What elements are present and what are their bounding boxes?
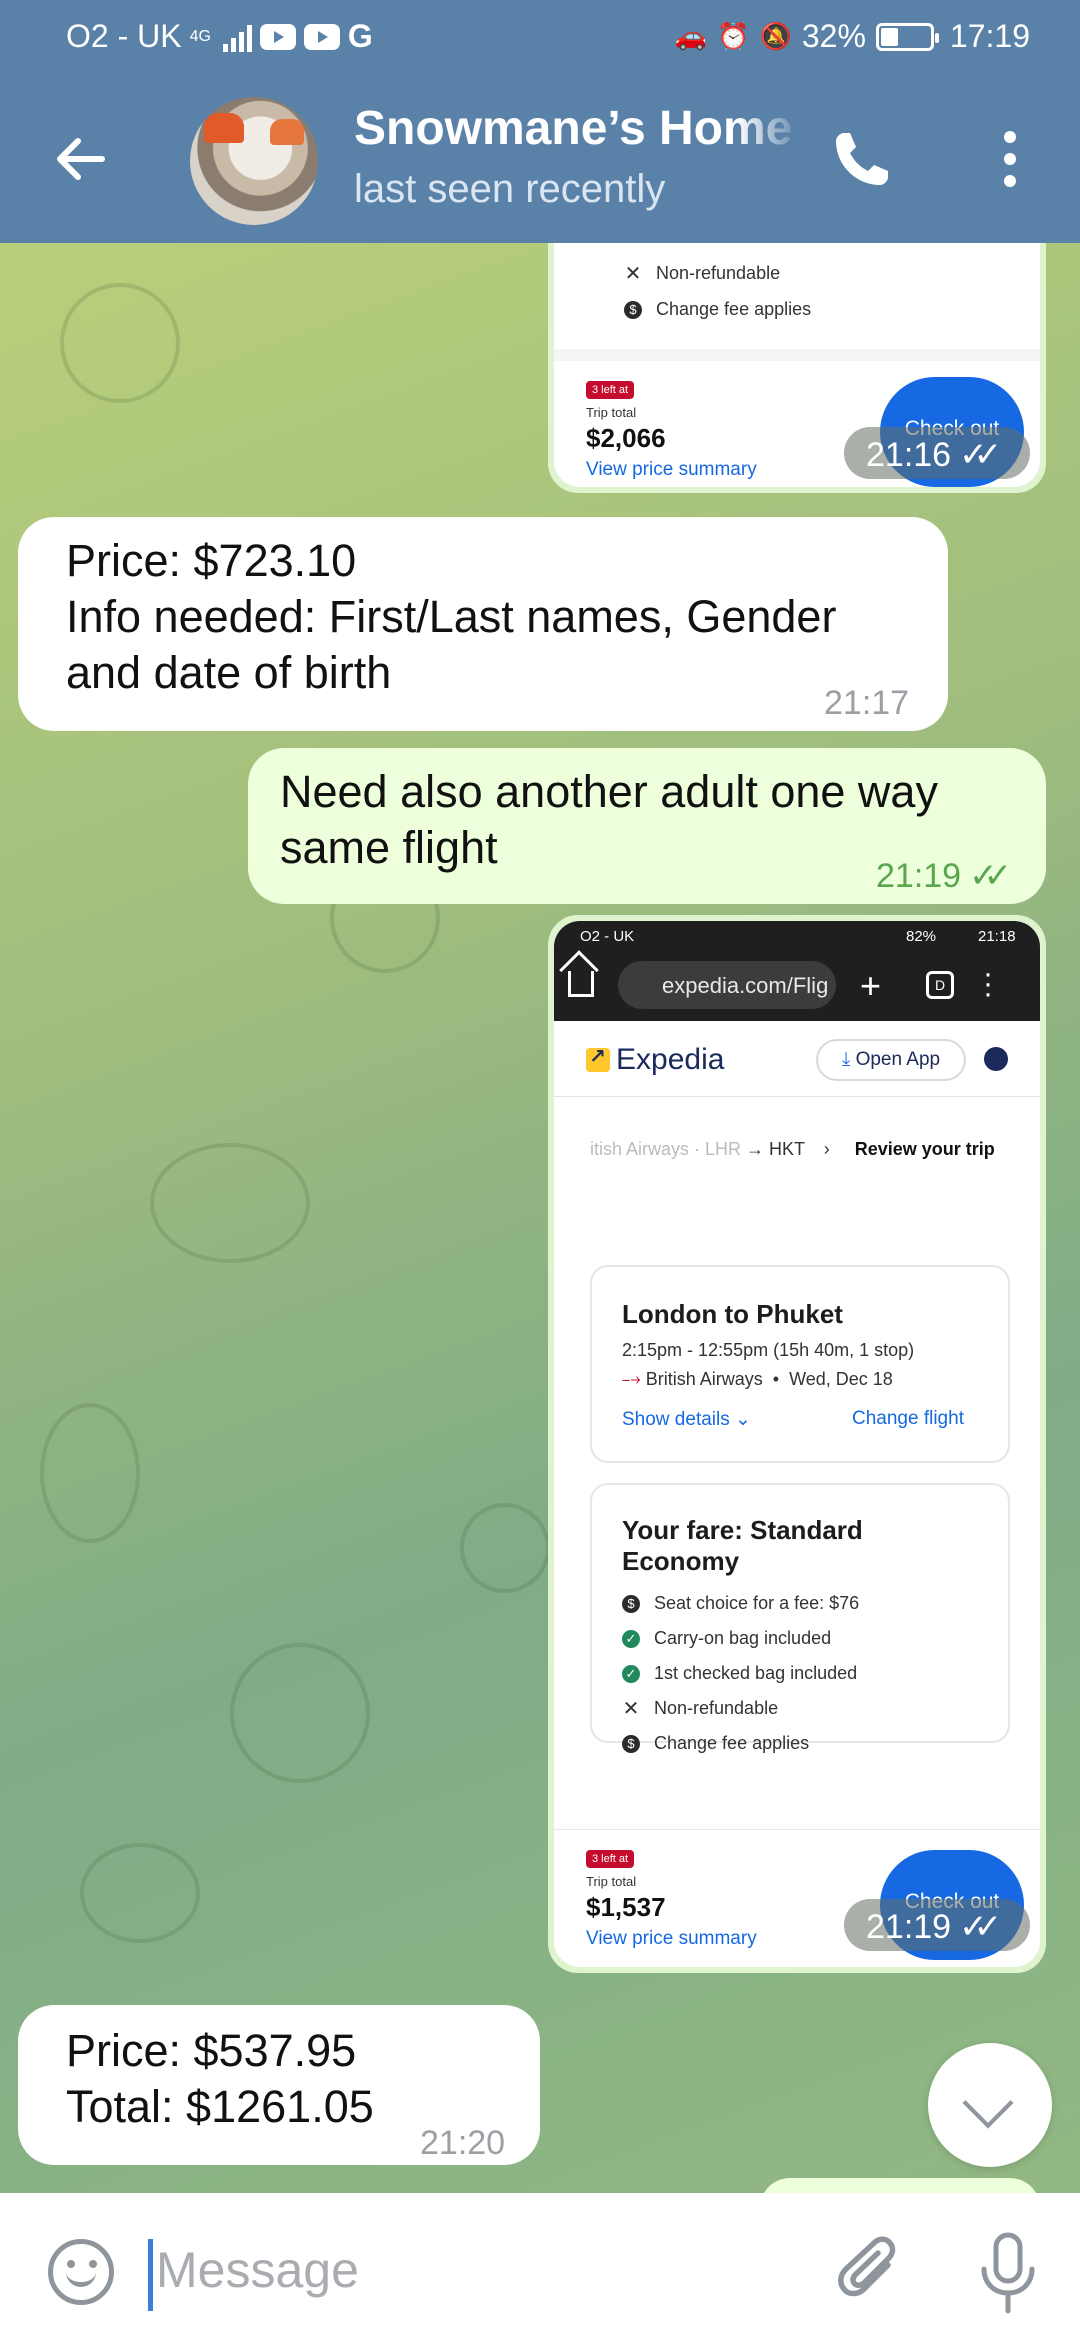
chat-header: Snowmane’s Home last seen recently	[0, 75, 1080, 243]
fare-feature: $ Seat choice for a fee: $76	[622, 1593, 1008, 1614]
fare-title-line2: Economy	[622, 1546, 740, 1576]
attach-icon[interactable]	[836, 2235, 906, 2311]
phone-icon[interactable]	[830, 127, 894, 191]
message-timestamp: 21:19 ✓✓	[844, 1899, 1030, 1951]
chevron-down-icon	[962, 2077, 1014, 2129]
url-bar[interactable]: expedia.com/Flig	[618, 961, 836, 1009]
read-checks-icon: ✓✓	[959, 1908, 1002, 1946]
read-checks-icon: ✓✓	[969, 857, 1012, 895]
trip-total-label: Trip total	[586, 405, 637, 420]
open-app-button[interactable]: ⤓ Open App	[816, 1039, 966, 1081]
mute-icon: 🔕	[759, 21, 792, 51]
incoming-message[interactable]: Price: $723.10 Info needed: First/Last n…	[18, 517, 948, 731]
alarm-icon: ⏰	[717, 21, 750, 51]
youtube-icon	[259, 23, 296, 50]
home-icon[interactable]	[568, 971, 594, 997]
contact-avatar[interactable]	[190, 97, 318, 225]
battery-percent: 32%	[801, 18, 866, 54]
change-flight-link[interactable]: Change flight	[852, 1408, 964, 1430]
signal-icon	[222, 22, 252, 52]
fare-feature: $ Change fee applies	[622, 1733, 1008, 1754]
more-options-icon[interactable]	[990, 131, 1030, 191]
flight-airline-date: ⤍ British Airways • Wed, Dec 18	[622, 1369, 893, 1389]
contact-name[interactable]: Snowmane’s Home	[354, 101, 804, 157]
chat-area[interactable]: ✕ Non-refundable $ Change fee applies 3 …	[0, 243, 1080, 2193]
trip-total-price: $1,537	[586, 1892, 666, 1922]
x-icon: ✕	[624, 262, 642, 285]
status-bar: O2 - UK 4G G 🚗 ⏰ 🔕 32% 17:19	[0, 0, 1080, 75]
microphone-icon[interactable]	[978, 2231, 1038, 2315]
dollar-icon: $	[622, 1734, 640, 1753]
read-checks-icon: ✓✓	[959, 436, 1002, 474]
message-timestamp: 21:17	[824, 684, 910, 722]
emoji-icon[interactable]	[48, 2239, 114, 2305]
message-timestamp: 21:20	[420, 2124, 506, 2162]
screenshot-message-1[interactable]: ✕ Non-refundable $ Change fee applies 3 …	[548, 243, 1046, 493]
expedia-logo: Expedia	[586, 1043, 724, 1077]
fare-feature: ✕ Non-refundable	[622, 1697, 779, 1720]
trip-total-price: $2,066	[586, 423, 666, 453]
message-timestamp: 21:16 ✓✓	[844, 427, 1030, 479]
fare-feature: ✓ 1st checked bag included	[622, 1663, 1008, 1684]
outgoing-message-partial[interactable]	[760, 2178, 1040, 2193]
check-icon: ✓	[622, 1629, 640, 1648]
expedia-mark-icon	[586, 1044, 610, 1072]
trip-total-label: Trip total	[586, 1874, 637, 1889]
car-icon: 🚗	[674, 21, 708, 51]
scroll-to-bottom-button[interactable]	[928, 2043, 1052, 2167]
tabs-icon[interactable]: D	[926, 971, 954, 999]
message-input[interactable]: Message	[156, 2241, 359, 2299]
menu-icon[interactable]: · · ·	[982, 959, 994, 1009]
availability-badge: 3 left at	[586, 381, 635, 399]
dollar-icon: $	[624, 300, 642, 319]
view-price-summary-link[interactable]: View price summary	[586, 1928, 757, 1950]
feature-row: ✕ Non-refundable	[624, 262, 781, 285]
flight-title: London to Phuket	[622, 1299, 843, 1329]
breadcrumb: itish Airways · LHR → HKT › Review your …	[590, 1139, 995, 1159]
clock: 17:19	[949, 18, 1030, 54]
dollar-icon: $	[622, 1594, 640, 1613]
google-icon: G	[347, 18, 373, 54]
outgoing-message[interactable]: Need also another adult one way same fli…	[248, 748, 1046, 904]
network-label: 4G	[189, 27, 211, 45]
availability-badge: 3 left at	[586, 1850, 635, 1868]
fare-feature: ✓ Carry-on bag included	[622, 1628, 1008, 1649]
browser-toolbar: expedia.com/Flig + D · · ·	[554, 951, 1040, 1021]
incoming-message[interactable]: Price: $537.95 Total: $1261.05 21:20	[18, 2005, 540, 2165]
check-icon: ✓	[622, 1664, 640, 1683]
screenshot-message-2[interactable]: O2 - UK 82% 21:18 expedia.com/Flig + D ·…	[548, 915, 1046, 1973]
x-icon: ✕	[622, 1697, 640, 1720]
back-arrow-icon[interactable]	[52, 131, 108, 187]
fare-title: Your fare: Standard	[622, 1515, 863, 1545]
contact-status: last seen recently	[354, 167, 666, 211]
flight-times: 2:15pm - 12:55pm (15h 40m, 1 stop)	[622, 1340, 915, 1360]
fare-card: Your fare: Standard Economy $ Seat choice…	[590, 1483, 1010, 1753]
carrier-label: O2 - UK	[66, 18, 182, 54]
youtube-icon	[303, 23, 340, 50]
battery-icon	[875, 22, 939, 51]
show-details-link[interactable]: Show details ⌄	[622, 1408, 751, 1431]
expedia-header: Expedia ⤓ Open App	[554, 1021, 1040, 1097]
account-icon[interactable]	[984, 1047, 1008, 1071]
message-timestamp: 21:19 ✓✓	[876, 857, 1012, 895]
new-tab-icon[interactable]: +	[860, 965, 881, 1007]
text-cursor	[148, 2239, 153, 2311]
message-input-bar: Message	[0, 2193, 1080, 2340]
screenshot-status-bar: O2 - UK 82% 21:18	[554, 921, 1040, 951]
feature-row: $ Change fee applies	[624, 299, 811, 320]
view-price-summary-link[interactable]: View price summary	[586, 459, 757, 481]
flight-card: London to Phuket 2:15pm - 12:55pm (15h 4…	[590, 1265, 1010, 1463]
